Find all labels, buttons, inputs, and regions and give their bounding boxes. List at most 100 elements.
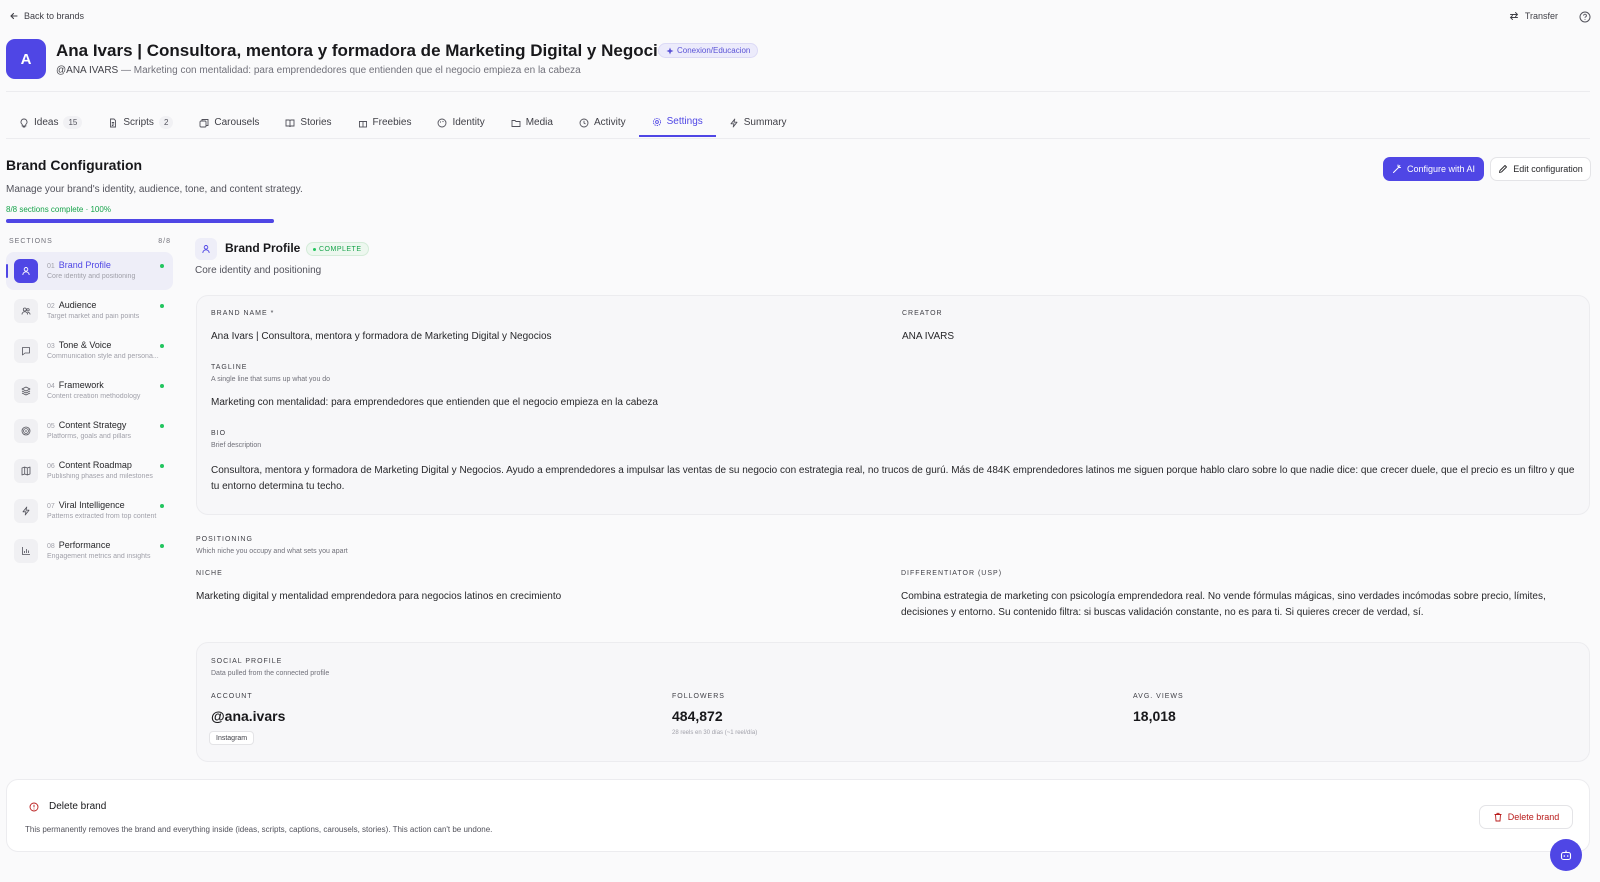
complete-dot [160, 464, 164, 468]
section-item-framework[interactable]: 04 Framework Content creation methodology [6, 372, 173, 410]
niche-label: NICHE [196, 570, 223, 577]
lightbulb-icon [20, 118, 28, 127]
tab-activity[interactable]: Activity [566, 108, 639, 137]
status-dot [313, 247, 316, 251]
social-profile-label: SOCIAL PROFILE [211, 658, 283, 665]
brand-name-value[interactable]: Ana Ivars | Consultora, mentora y formad… [211, 329, 552, 345]
edit-configuration-button[interactable]: Edit configuration [1490, 157, 1591, 181]
brand-avatar: A [6, 39, 46, 79]
complete-dot [160, 344, 164, 348]
section-item-content-roadmap[interactable]: 06 Content Roadmap Publishing phases and … [6, 452, 173, 490]
brand-tagline-suffix: — Marketing con mentalidad: para emprend… [121, 65, 581, 76]
brand-header: A Ana Ivars | Consultora, mentora y form… [6, 38, 1586, 94]
tab-label: Scripts [123, 117, 154, 128]
section-desc: Core identity and positioning [47, 273, 136, 280]
section-name: 02 Audience [47, 300, 97, 310]
arrow-left-icon [10, 12, 18, 20]
niche-value[interactable]: Marketing digital y mentalidad emprended… [196, 589, 561, 605]
delete-brand-title: Delete brand [49, 801, 107, 812]
section-desc: Publishing phases and milestones [47, 473, 153, 480]
social-profile-card: SOCIAL PROFILE Data pulled from the conn… [196, 642, 1590, 762]
creator-value[interactable]: ANA IVARS [902, 329, 954, 345]
tab-carousels[interactable]: Carousels [186, 108, 272, 137]
tab-label: Ideas [34, 117, 59, 128]
magic-wand-icon [1392, 164, 1401, 173]
configure-with-ai-button[interactable]: Configure with AI [1383, 157, 1484, 181]
trash-icon [1494, 812, 1502, 822]
positioning-label: POSITIONING [196, 536, 253, 543]
map-icon [14, 459, 38, 483]
section-item-performance[interactable]: 08 Performance Engagement metrics and ins… [6, 532, 173, 570]
tab-ideas[interactable]: Ideas 15 [6, 108, 95, 137]
palette-icon [438, 118, 447, 127]
folder-icon [511, 119, 521, 127]
category-label: Conexion/Educacion [677, 46, 751, 55]
bio-hint: Brief description [211, 442, 262, 449]
sections-title: SECTIONS [9, 238, 53, 245]
section-desc: Content creation methodology [47, 393, 141, 400]
complete-dot [160, 384, 164, 388]
tagline-value[interactable]: Marketing con mentalidad: para emprended… [211, 395, 658, 411]
tab-settings[interactable]: Settings [638, 108, 716, 137]
config-subtitle: Manage your brand's identity, audience, … [6, 184, 303, 195]
book-icon [285, 119, 295, 127]
config-title: Brand Configuration [6, 157, 143, 173]
section-item-tone-voice[interactable]: 03 Tone & Voice Communication style and p… [6, 332, 173, 370]
help-icon[interactable] [1578, 10, 1592, 24]
section-desc: Communication style and persona... [47, 353, 159, 360]
sections-count: 8/8 [158, 238, 171, 245]
robot-icon [1560, 850, 1572, 861]
document-icon [110, 118, 117, 127]
chat-icon [14, 339, 38, 363]
layers-icon [14, 379, 38, 403]
complete-dot [160, 504, 164, 508]
delete-brand-button[interactable]: Delete brand [1479, 805, 1573, 829]
avg-views-label: AVG. VIEWS [1133, 693, 1184, 700]
back-to-brands-link[interactable]: Back to brands [9, 11, 84, 21]
section-item-audience[interactable]: 02 Audience Target market and pain points [6, 292, 173, 330]
tab-media[interactable]: Media [498, 108, 566, 137]
clock-icon [579, 118, 589, 127]
brand-profile-title: Brand Profile [225, 241, 301, 255]
progress-text: 8/8 sections complete · 100% [6, 205, 111, 214]
complete-dot [160, 544, 164, 548]
tab-count: 2 [158, 116, 174, 129]
usp-value[interactable]: Combina estrategia de marketing con psic… [901, 589, 1581, 621]
section-name: 03 Tone & Voice [47, 340, 112, 350]
transfer-button[interactable]: Transfer [1509, 11, 1558, 21]
section-item-content-strategy[interactable]: 05 Content Strategy Platforms, goals and … [6, 412, 173, 450]
section-name: 06 Content Roadmap [47, 460, 132, 470]
bio-value[interactable]: Consultora, mentora y formadora de Marke… [211, 463, 1577, 495]
alert-circle-icon [29, 802, 39, 811]
tab-stories[interactable]: Stories [272, 108, 344, 137]
section-item-viral-intelligence[interactable]: 07 Viral Intelligence Patterns extracted … [6, 492, 173, 530]
complete-dot [160, 424, 164, 428]
creator-label: CREATOR [902, 310, 943, 317]
tagline-label: TAGLINE [211, 364, 248, 371]
tab-label: Identity [452, 117, 485, 128]
section-desc: Platforms, goals and pillars [47, 433, 132, 440]
tabs-divider [6, 138, 1590, 139]
tab-label: Activity [593, 117, 626, 128]
tab-scripts[interactable]: Scripts 2 [95, 108, 186, 137]
section-desc: Target market and pain points [47, 313, 140, 320]
tab-freebies[interactable]: Freebies [345, 108, 425, 137]
pencil-icon [1499, 165, 1508, 173]
assistant-fab-button[interactable] [1550, 839, 1582, 871]
brand-handle: @ANA IVARS [56, 65, 119, 76]
tab-identity[interactable]: Identity [424, 108, 497, 137]
followers-note: 28 reels en 30 días (~1 reel/día) [672, 730, 758, 736]
section-item-brand-profile[interactable]: 01 Brand Profile Core identity and positi… [6, 252, 173, 290]
section-name: 05 Content Strategy [47, 420, 127, 430]
usp-label: DIFFERENTIATOR (USP) [901, 570, 1003, 577]
complete-dot [160, 304, 164, 308]
bio-label: BIO [211, 430, 227, 437]
top-bar: Back to brands Transfer [0, 0, 1600, 34]
section-desc: Engagement metrics and insights [47, 553, 151, 560]
tab-label: Carousels [214, 117, 260, 128]
tab-summary[interactable]: Summary [716, 108, 800, 137]
account-label: ACCOUNT [211, 693, 253, 700]
section-desc: Patterns extracted from top content [47, 513, 157, 520]
account-value: @ana.ivars [211, 708, 286, 724]
followers-label: FOLLOWERS [672, 693, 725, 700]
